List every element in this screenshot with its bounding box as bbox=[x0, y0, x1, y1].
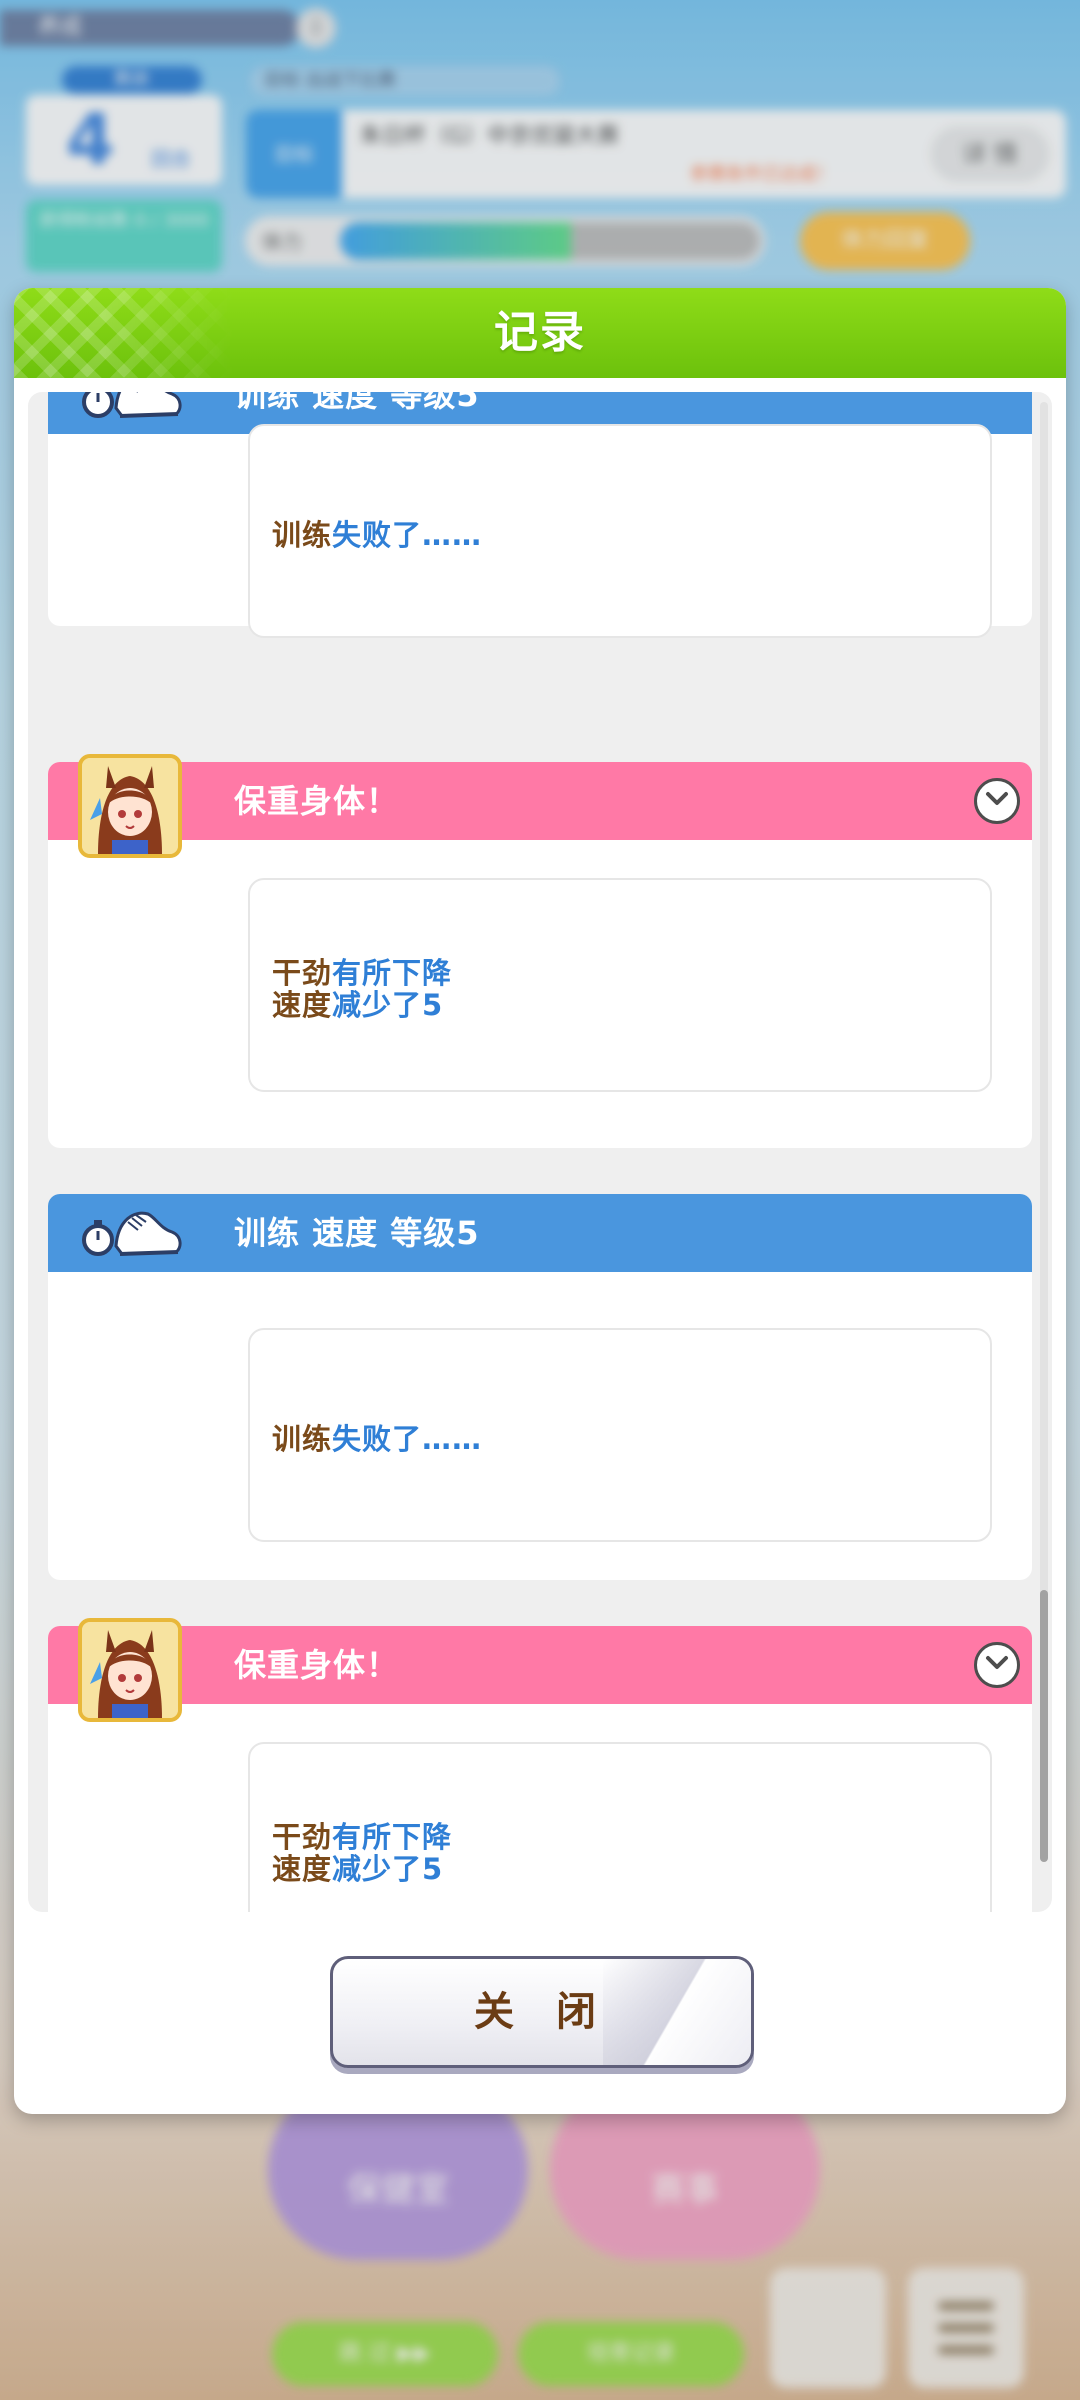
log-card-title: 保重身体！ bbox=[234, 782, 400, 820]
log-dialog: 记录 训练 速度 等级5训练失败了…… 保重身体！ 干劲有所下降速度减少了5 bbox=[14, 288, 1066, 2114]
log-message-line: 训练失败了…… bbox=[272, 512, 482, 554]
event-log-card: 保重身体！ 干劲有所下降 速度减少了5 bbox=[48, 1618, 1032, 1912]
log-message-box: 干劲有所下降 速度减少了5 bbox=[248, 878, 992, 1092]
character-portrait bbox=[78, 1618, 182, 1722]
log-message-text: 失败了…… bbox=[332, 518, 483, 552]
close-button-label: 关 闭 bbox=[474, 1989, 610, 2035]
chevron-down-icon[interactable] bbox=[974, 778, 1020, 824]
log-message-text: 训练 bbox=[272, 518, 333, 552]
character-portrait bbox=[78, 754, 182, 858]
dialog-header: 记录 bbox=[14, 288, 1066, 378]
chevron-down-icon[interactable] bbox=[974, 1642, 1020, 1688]
log-message-box: 干劲有所下降 速度减少了5 bbox=[248, 1742, 992, 1912]
log-message-box: 训练失败了…… bbox=[248, 424, 992, 638]
shoe-stopwatch-icon bbox=[82, 1211, 182, 1256]
log-list[interactable]: 训练 速度 等级5 训练失败了…… 保重身体！ 干劲有所下降 速度减少了5 训练 速… bbox=[28, 392, 1052, 1912]
log-message-text: 训练 bbox=[272, 1422, 333, 1456]
log-message-line: 训练失败了…… bbox=[272, 1416, 482, 1458]
log-card-header: 训练 速度 等级5 bbox=[48, 1194, 1032, 1272]
log-card-title: 保重身体！ bbox=[234, 1646, 400, 1684]
log-message-box: 训练失败了…… bbox=[248, 1328, 992, 1542]
log-message-text: 速度 bbox=[272, 988, 333, 1022]
shoe-stopwatch-icon bbox=[82, 392, 182, 418]
log-message-text: 失败了…… bbox=[332, 1422, 483, 1456]
log-card-title: 训练 速度 等级5 bbox=[234, 1214, 480, 1252]
log-card-header[interactable]: 保重身体！ bbox=[48, 1618, 1032, 1722]
close-button[interactable]: 关 闭 bbox=[330, 1956, 754, 2068]
log-message-text: 速度 bbox=[272, 1852, 333, 1886]
log-message-text: 减少了5 bbox=[332, 988, 444, 1022]
log-message-line: 速度减少了5 bbox=[272, 982, 443, 1024]
event-log-card: 保重身体！ 干劲有所下降 速度减少了5 bbox=[48, 754, 1032, 1148]
log-card-header[interactable]: 保重身体！ bbox=[48, 754, 1032, 858]
dialog-title: 记录 bbox=[494, 307, 586, 358]
training-log-card: 训练 速度 等级5 训练失败了…… bbox=[48, 392, 1032, 638]
scrollbar-thumb[interactable] bbox=[1040, 1590, 1048, 1862]
scrollbar-track[interactable] bbox=[1040, 402, 1048, 1862]
log-message-text: 减少了5 bbox=[332, 1852, 444, 1886]
log-message-line: 速度减少了5 bbox=[272, 1846, 443, 1888]
training-log-card: 训练 速度 等级5 训练失败了…… bbox=[48, 1194, 1032, 1580]
